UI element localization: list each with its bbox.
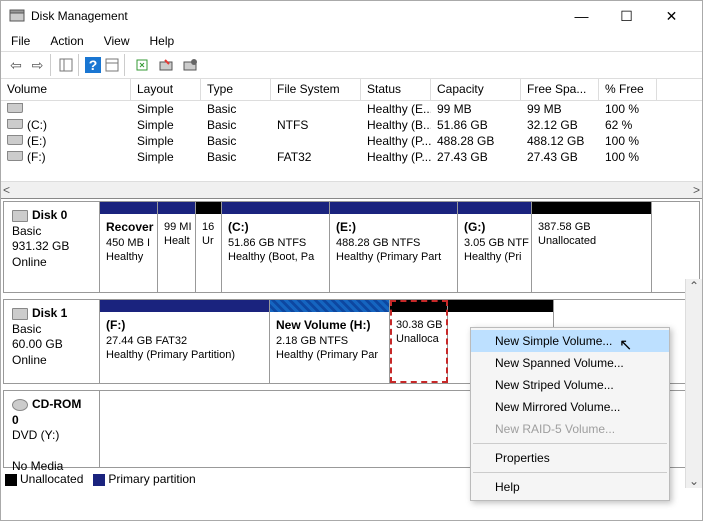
context-menu-item[interactable]: Help [471,476,669,498]
cdrom-icon [12,399,28,411]
settings-button[interactable] [179,54,201,76]
col-volume[interactable]: Volume [1,79,131,100]
context-menu-item[interactable]: New Mirrored Volume... [471,396,669,418]
disk-info[interactable]: CD-ROM 0 DVD (Y:) No Media [4,391,100,467]
menubar: File Action View Help [1,31,702,51]
menu-file[interactable]: File [5,32,36,50]
toolbar: ⇦ ⇨ ? [1,51,702,79]
disk-info[interactable]: Disk 1 Basic 60.00 GB Online [4,300,100,383]
partition[interactable]: 30.38 GBUnalloca [390,300,448,383]
partition[interactable]: (F:)27.44 GB FAT32Healthy (Primary Parti… [100,300,270,383]
rescan-button[interactable] [155,54,177,76]
context-menu-item[interactable]: Properties [471,447,669,469]
refresh-button[interactable] [131,54,153,76]
col-capacity[interactable]: Capacity [431,79,521,100]
volume-row[interactable]: (F:)SimpleBasicFAT32Healthy (P...27.43 G… [1,149,702,165]
drive-icon [7,151,23,161]
volume-list: SimpleBasicHealthy (E...99 MB99 MB100 % … [1,101,702,181]
volume-row[interactable]: SimpleBasicHealthy (E...99 MB99 MB100 % [1,101,702,117]
context-menu-item[interactable]: New Striped Volume... [471,374,669,396]
disk-row: Disk 0 Basic 931.32 GB Online Recover450… [3,201,700,293]
partition[interactable]: (C:)51.86 GB NTFSHealthy (Boot, Pa [222,202,330,292]
col-free[interactable]: Free Spa... [521,79,599,100]
app-icon [9,8,25,24]
context-menu-item: New RAID-5 Volume... [471,418,669,440]
help-toolbar-button[interactable]: ? [85,57,101,73]
forward-button[interactable]: ⇨ [29,54,51,76]
partition[interactable]: 99 MIHealt [158,202,196,292]
legend: Unallocated Primary partition [5,472,196,486]
legend-swatch-primary [93,474,105,486]
col-layout[interactable]: Layout [131,79,201,100]
minimize-button[interactable]: — [559,2,604,31]
disk-icon [12,210,28,222]
partition[interactable]: 387.58 GBUnallocated [532,202,652,292]
col-pct[interactable]: % Free [599,79,657,100]
col-type[interactable]: Type [201,79,271,100]
context-menu-item[interactable]: New Spanned Volume... [471,352,669,374]
context-menu-item[interactable]: New Simple Volume... [471,330,669,352]
volume-row[interactable]: (C:)SimpleBasicNTFSHealthy (B...51.86 GB… [1,117,702,133]
menu-help[interactable]: Help [144,32,181,50]
close-button[interactable]: ✕ [649,2,694,31]
partition[interactable]: (G:)3.05 GB NTFHealthy (Pri [458,202,532,292]
menu-view[interactable]: View [98,32,136,50]
maximize-button[interactable]: ☐ [604,2,649,31]
window-title: Disk Management [31,9,559,23]
menu-action[interactable]: Action [44,32,89,50]
col-fs[interactable]: File System [271,79,361,100]
drive-icon [7,135,23,145]
volume-row[interactable]: (E:)SimpleBasicHealthy (P...488.28 GB488… [1,133,702,149]
show-hide-tree-button[interactable] [57,54,79,76]
vertical-scrollbar[interactable]: ⌃⌄ [685,279,702,488]
disk-info[interactable]: Disk 0 Basic 931.32 GB Online [4,202,100,292]
legend-swatch-unallocated [5,474,17,486]
drive-icon [7,119,23,129]
partition[interactable]: (E:)488.28 GB NTFSHealthy (Primary Part [330,202,458,292]
col-status[interactable]: Status [361,79,431,100]
drive-icon [7,103,23,113]
context-menu: New Simple Volume...New Spanned Volume..… [470,327,670,501]
column-header: Volume Layout Type File System Status Ca… [1,79,702,101]
disk-icon [12,308,28,320]
titlebar: Disk Management — ☐ ✕ [1,1,702,31]
horizontal-scrollbar[interactable]: <> [1,181,702,198]
action-list-button[interactable] [103,54,125,76]
partition[interactable]: New Volume (H:)2.18 GB NTFSHealthy (Prim… [270,300,390,383]
back-button[interactable]: ⇦ [5,54,27,76]
partition[interactable]: 16Ur [196,202,222,292]
partition[interactable]: Recover450 MB IHealthy [100,202,158,292]
